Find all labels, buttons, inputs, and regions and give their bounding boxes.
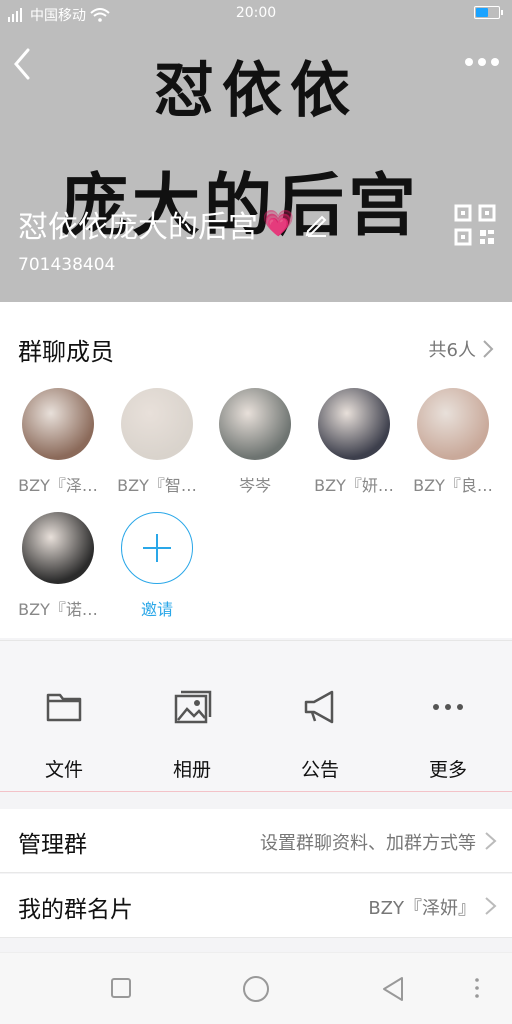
members-section: 群聊成员 共6人 BZY『泽… BZY『智… 岑岑 BZY『妍… BZY『良… …: [0, 302, 512, 638]
more-label: 更多: [428, 759, 467, 781]
album-icon: [174, 690, 212, 724]
group-title-row[interactable]: 怼依依庞大的后宫 💗: [18, 202, 330, 246]
invite-label: 邀请: [140, 600, 173, 619]
member-item[interactable]: BZY『诺…: [13, 512, 103, 620]
qr-code-icon: [454, 204, 496, 246]
avatar: [121, 388, 193, 460]
files-button[interactable]: 文件: [0, 687, 128, 782]
group-header: 中国移动 20:00 怼依依 庞大的后宫 怼依依庞大的后宫 💗 70143840…: [0, 0, 512, 302]
edit-icon[interactable]: [304, 211, 330, 237]
back-nav-icon[interactable]: [380, 975, 406, 1003]
avatar: [22, 512, 94, 584]
status-right: [474, 6, 503, 19]
member-item[interactable]: BZY『智…: [112, 388, 202, 496]
avatar: [417, 388, 489, 460]
member-item[interactable]: BZY『泽…: [13, 388, 103, 496]
action-bar: 文件 相册 公告 更多: [0, 640, 512, 792]
files-label: 文件: [44, 759, 83, 781]
album-button[interactable]: 相册: [128, 687, 256, 782]
group-card-value: BZY『泽妍』: [368, 898, 476, 919]
status-bar: 中国移动 20:00: [0, 0, 512, 28]
recent-apps-icon[interactable]: [110, 977, 132, 999]
menu-dots-icon[interactable]: [474, 977, 480, 999]
member-name: 岑岑: [238, 476, 271, 495]
clock: 20:00: [235, 5, 277, 21]
group-card-title: 我的群名片: [18, 897, 133, 923]
member-name: BZY『良…: [413, 476, 493, 495]
announcement-label: 公告: [300, 759, 339, 781]
battery-icon: [474, 6, 503, 19]
avatar: [22, 388, 94, 460]
megaphone-icon: [304, 690, 334, 724]
members-title: 群聊成员: [18, 338, 114, 366]
manage-group-desc: 设置群聊资料、加群方式等: [260, 833, 476, 854]
members-count-link[interactable]: 共6人: [429, 336, 494, 362]
avatar: [219, 388, 291, 460]
member-item[interactable]: 岑岑: [210, 388, 300, 496]
chevron-right-icon: [485, 897, 497, 915]
avatar: [318, 388, 390, 460]
qr-code-button[interactable]: [454, 204, 496, 246]
members-count: 共6人: [428, 340, 476, 361]
invite-circle: [121, 512, 193, 584]
manage-group-title: 管理群: [18, 832, 87, 858]
member-name: BZY『妍…: [314, 476, 394, 495]
member-name: BZY『诺…: [18, 600, 98, 619]
chevron-right-icon: [485, 832, 497, 850]
member-item[interactable]: BZY『良…: [408, 388, 498, 496]
heart-icon: 💗: [262, 209, 295, 239]
announcement-button[interactable]: 公告: [256, 687, 384, 782]
home-icon[interactable]: [242, 975, 270, 1003]
member-item[interactable]: BZY『妍…: [309, 388, 399, 496]
cover-art-text-1: 怼依依: [154, 56, 358, 126]
invite-button[interactable]: 邀请: [112, 512, 202, 620]
system-nav-bar: [0, 952, 512, 1024]
plus-icon: [143, 534, 171, 562]
member-name: BZY『智…: [117, 476, 197, 495]
more-button[interactable]: 更多: [384, 687, 512, 782]
group-id: 701438404: [18, 255, 116, 275]
chevron-right-icon: [483, 340, 494, 358]
group-title: 怼依依庞大的后宫: [18, 210, 258, 245]
album-label: 相册: [172, 759, 211, 781]
more-dots-icon: [433, 704, 463, 710]
folder-icon: [46, 693, 82, 722]
member-name: BZY『泽…: [18, 476, 98, 495]
group-card-row[interactable]: 我的群名片 BZY『泽妍』: [0, 874, 512, 938]
manage-group-row[interactable]: 管理群 设置群聊资料、加群方式等: [0, 809, 512, 873]
